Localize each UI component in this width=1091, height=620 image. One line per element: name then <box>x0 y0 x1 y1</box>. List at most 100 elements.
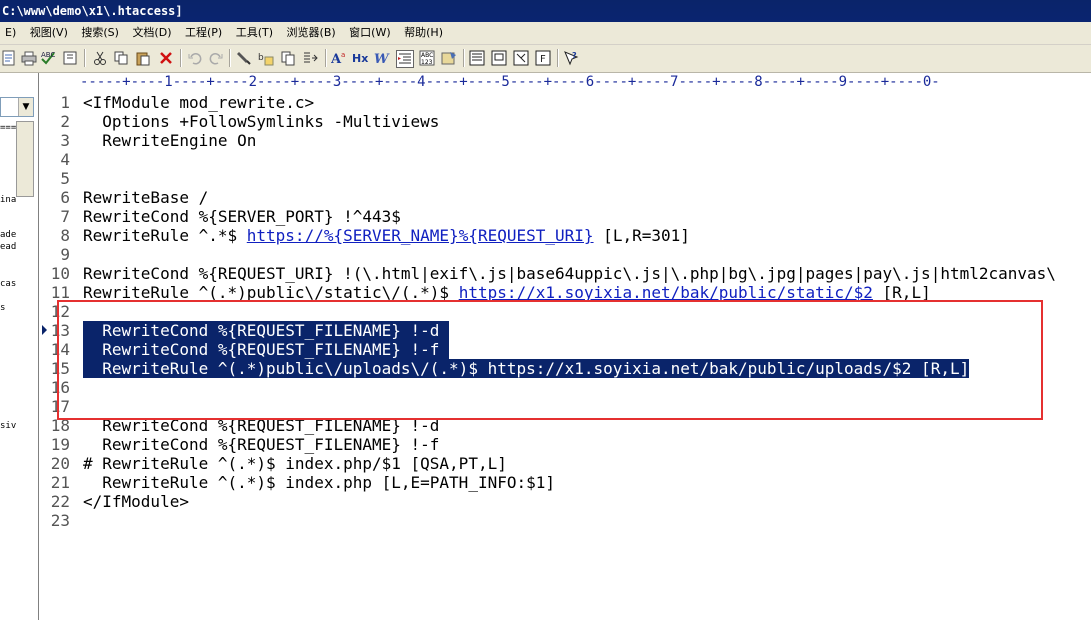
menu-browser[interactable]: 浏览器(B) <box>282 22 341 44</box>
help-icon[interactable]: ? <box>563 50 579 66</box>
line-number: 6 <box>60 188 70 207</box>
left-panel-fragment: siv <box>0 421 17 431</box>
line-text: RewriteEngine On <box>83 131 256 150</box>
svg-text:W: W <box>374 52 390 66</box>
find-icon[interactable] <box>236 50 252 66</box>
code-line[interactable]: 5 <box>40 169 70 188</box>
line-text: Options +FollowSymlinks -Multiviews <box>83 112 439 131</box>
settings-icon[interactable] <box>441 50 457 66</box>
line-number: 19 <box>50 435 70 454</box>
svg-text:Hx: Hx <box>352 52 368 65</box>
code-line[interactable]: 22 </IfModule> <box>40 492 189 511</box>
left-panel-fragment: ina <box>0 195 17 205</box>
menu-window[interactable]: 窗口(W) <box>344 22 395 44</box>
line-text-segment: <IfModule mod_rewrite.c> <box>83 93 315 112</box>
svg-text:F: F <box>540 54 546 65</box>
code-line[interactable]: 3 RewriteEngine On <box>40 131 256 150</box>
line-number: 5 <box>60 169 70 188</box>
spellcheck-icon[interactable]: ABC <box>40 50 56 66</box>
line-text-segment: RewriteBase / <box>83 188 209 207</box>
svg-text:ABC: ABC <box>41 51 55 59</box>
menu-help[interactable]: 帮助(H) <box>399 22 448 44</box>
line-text: RewriteRule ^.*$ https://%{SERVER_NAME}%… <box>83 226 690 245</box>
column-mode-icon[interactable]: ABC123 <box>419 50 435 66</box>
code-line[interactable]: 20 # RewriteRule ^(.*)$ index.php/$1 [QSA… <box>40 454 507 473</box>
code-line[interactable]: 19 RewriteCond %{REQUEST_FILENAME} !-f <box>40 435 440 454</box>
left-panel-fragment: s <box>0 303 6 313</box>
line-number: 10 <box>50 264 70 283</box>
doc-icon[interactable] <box>62 50 78 66</box>
delete-icon[interactable] <box>158 50 174 66</box>
line-text-segment: Options +FollowSymlinks -Multiviews <box>83 112 440 131</box>
line-number: 8 <box>60 226 70 245</box>
menu-tools[interactable]: 工具(T) <box>231 22 278 44</box>
find-files-icon[interactable] <box>280 50 296 66</box>
code-line[interactable]: 21 RewriteRule ^(.*)$ index.php [L,E=PAT… <box>40 473 555 492</box>
window-title: C:\www\demo\x1\.htaccess] <box>2 4 183 18</box>
line-text: RewriteCond %{SERVER_PORT} !^443$ <box>83 207 401 226</box>
svg-text:b: b <box>258 53 264 63</box>
menu-project[interactable]: 工程(P) <box>180 22 227 44</box>
line-number: 20 <box>50 454 70 473</box>
window3-icon[interactable] <box>513 50 529 66</box>
line-text-segment: RewriteRule ^(.*)$ index.php [L,E=PATH_I… <box>83 473 556 492</box>
title-bar: C:\www\demo\x1\.htaccess] <box>0 0 1091 22</box>
menu-edit[interactable]: E) <box>0 22 21 44</box>
line-number: 23 <box>50 511 70 530</box>
column-ruler: -----+----1----+----2----+----3----+----… <box>80 73 1091 91</box>
word-wrap-icon[interactable]: W <box>374 50 390 66</box>
url-link[interactable]: https://%{SERVER_NAME}%{REQUEST_URI} <box>247 226 594 245</box>
line-number: 7 <box>60 207 70 226</box>
menu-document[interactable]: 文档(D) <box>127 22 176 44</box>
code-line[interactable]: 8 RewriteRule ^.*$ https://%{SERVER_NAME}… <box>40 226 690 245</box>
goto-icon[interactable] <box>302 50 318 66</box>
cut-icon[interactable] <box>92 50 108 66</box>
line-number: 9 <box>60 245 70 264</box>
left-panel-fragment: ade <box>0 230 17 240</box>
code-line[interactable]: 1 <IfModule mod_rewrite.c> <box>40 93 314 112</box>
line-text-segment: RewriteCond %{SERVER_PORT} !^443$ <box>83 207 401 226</box>
code-line[interactable]: 23 <box>40 511 70 530</box>
chevron-down-icon[interactable]: ▼ <box>18 98 33 116</box>
menu-view[interactable]: 视图(V) <box>25 22 73 44</box>
print-icon[interactable] <box>21 50 37 66</box>
code-line[interactable]: 10 RewriteCond %{REQUEST_URI} !(\.html|ex… <box>40 264 1056 283</box>
copy-icon[interactable] <box>113 50 129 66</box>
code-line[interactable]: 2 Options +FollowSymlinks -Multiviews <box>40 112 439 131</box>
svg-text:ABC: ABC <box>421 52 433 59</box>
svg-text:123: 123 <box>421 59 433 66</box>
new-icon[interactable] <box>1 50 17 66</box>
code-line[interactable]: 4 <box>40 150 70 169</box>
svg-text:a: a <box>341 51 345 59</box>
current-line-marker-icon <box>42 325 47 335</box>
line-text: RewriteRule ^(.*)$ index.php [L,E=PATH_I… <box>83 473 555 492</box>
indent-icon[interactable] <box>396 50 414 68</box>
line-number: 3 <box>60 131 70 150</box>
line-text-segment: RewriteCond %{REQUEST_URI} !(\.html|exif… <box>83 264 1056 283</box>
paste-icon[interactable] <box>135 50 151 66</box>
code-line[interactable]: 9 <box>40 245 70 264</box>
line-text-segment: # RewriteRule ^(.*)$ index.php/$1 [QSA,P… <box>83 454 507 473</box>
left-panel-dropdown[interactable]: ▼ <box>0 97 34 117</box>
line-text: RewriteBase / <box>83 188 208 207</box>
line-text-segment: [L,R=301] <box>593 226 690 245</box>
font-size-icon[interactable]: Aa <box>331 50 347 66</box>
line-text: <IfModule mod_rewrite.c> <box>83 93 314 112</box>
left-panel-scrollbar[interactable] <box>16 121 34 197</box>
window4-icon[interactable]: F <box>535 50 551 66</box>
undo-icon[interactable] <box>187 50 203 66</box>
code-line[interactable]: 7 RewriteCond %{SERVER_PORT} !^443$ <box>40 207 401 226</box>
hex-icon[interactable]: Hx <box>352 50 370 66</box>
left-panel: ▼ === ina ade ead cas s siv <box>0 73 39 620</box>
menu-search[interactable]: 搜索(S) <box>76 22 124 44</box>
redo-icon[interactable] <box>208 50 224 66</box>
code-line[interactable]: 6 RewriteBase / <box>40 188 208 207</box>
window2-icon[interactable] <box>491 50 507 66</box>
highlight-box <box>57 300 1043 420</box>
left-panel-fragment: ead <box>0 242 17 252</box>
line-text: RewriteCond %{REQUEST_URI} !(\.html|exif… <box>83 264 1056 283</box>
window1-icon[interactable] <box>469 50 485 66</box>
replace-icon[interactable]: b <box>258 50 274 66</box>
line-number: 21 <box>50 473 70 492</box>
line-number: 4 <box>60 150 70 169</box>
